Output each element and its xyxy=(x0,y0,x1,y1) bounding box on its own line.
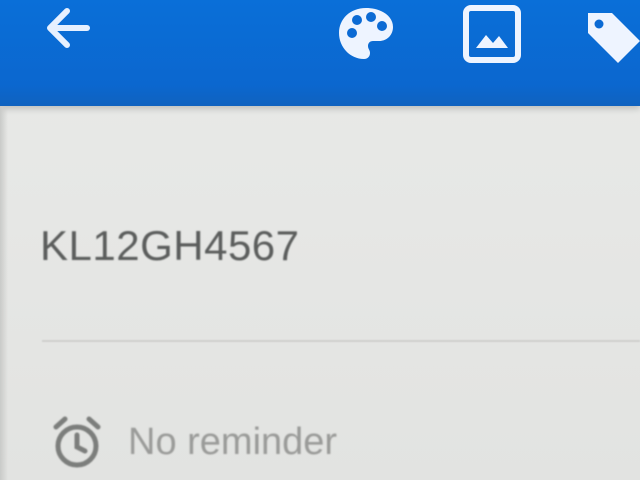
top-toolbar xyxy=(0,0,640,106)
screen-edge-shadow xyxy=(0,106,8,480)
palette-icon xyxy=(339,8,393,59)
reminder-label: No reminder xyxy=(128,420,338,463)
note-title[interactable]: KL12GH4567 xyxy=(40,222,300,270)
label-tag-icon xyxy=(588,13,640,63)
image-icon xyxy=(463,5,521,63)
content-divider xyxy=(42,340,640,342)
note-editor-screen: KL12GH4567 No reminder xyxy=(0,0,640,480)
add-image-button[interactable] xyxy=(456,0,528,68)
reminder-row[interactable]: No reminder xyxy=(48,410,448,474)
arrow-back-icon xyxy=(47,8,90,48)
alarm-clock-icon xyxy=(53,416,101,468)
palette-button[interactable] xyxy=(330,0,402,68)
back-button[interactable] xyxy=(36,0,100,56)
label-button[interactable] xyxy=(580,0,640,72)
